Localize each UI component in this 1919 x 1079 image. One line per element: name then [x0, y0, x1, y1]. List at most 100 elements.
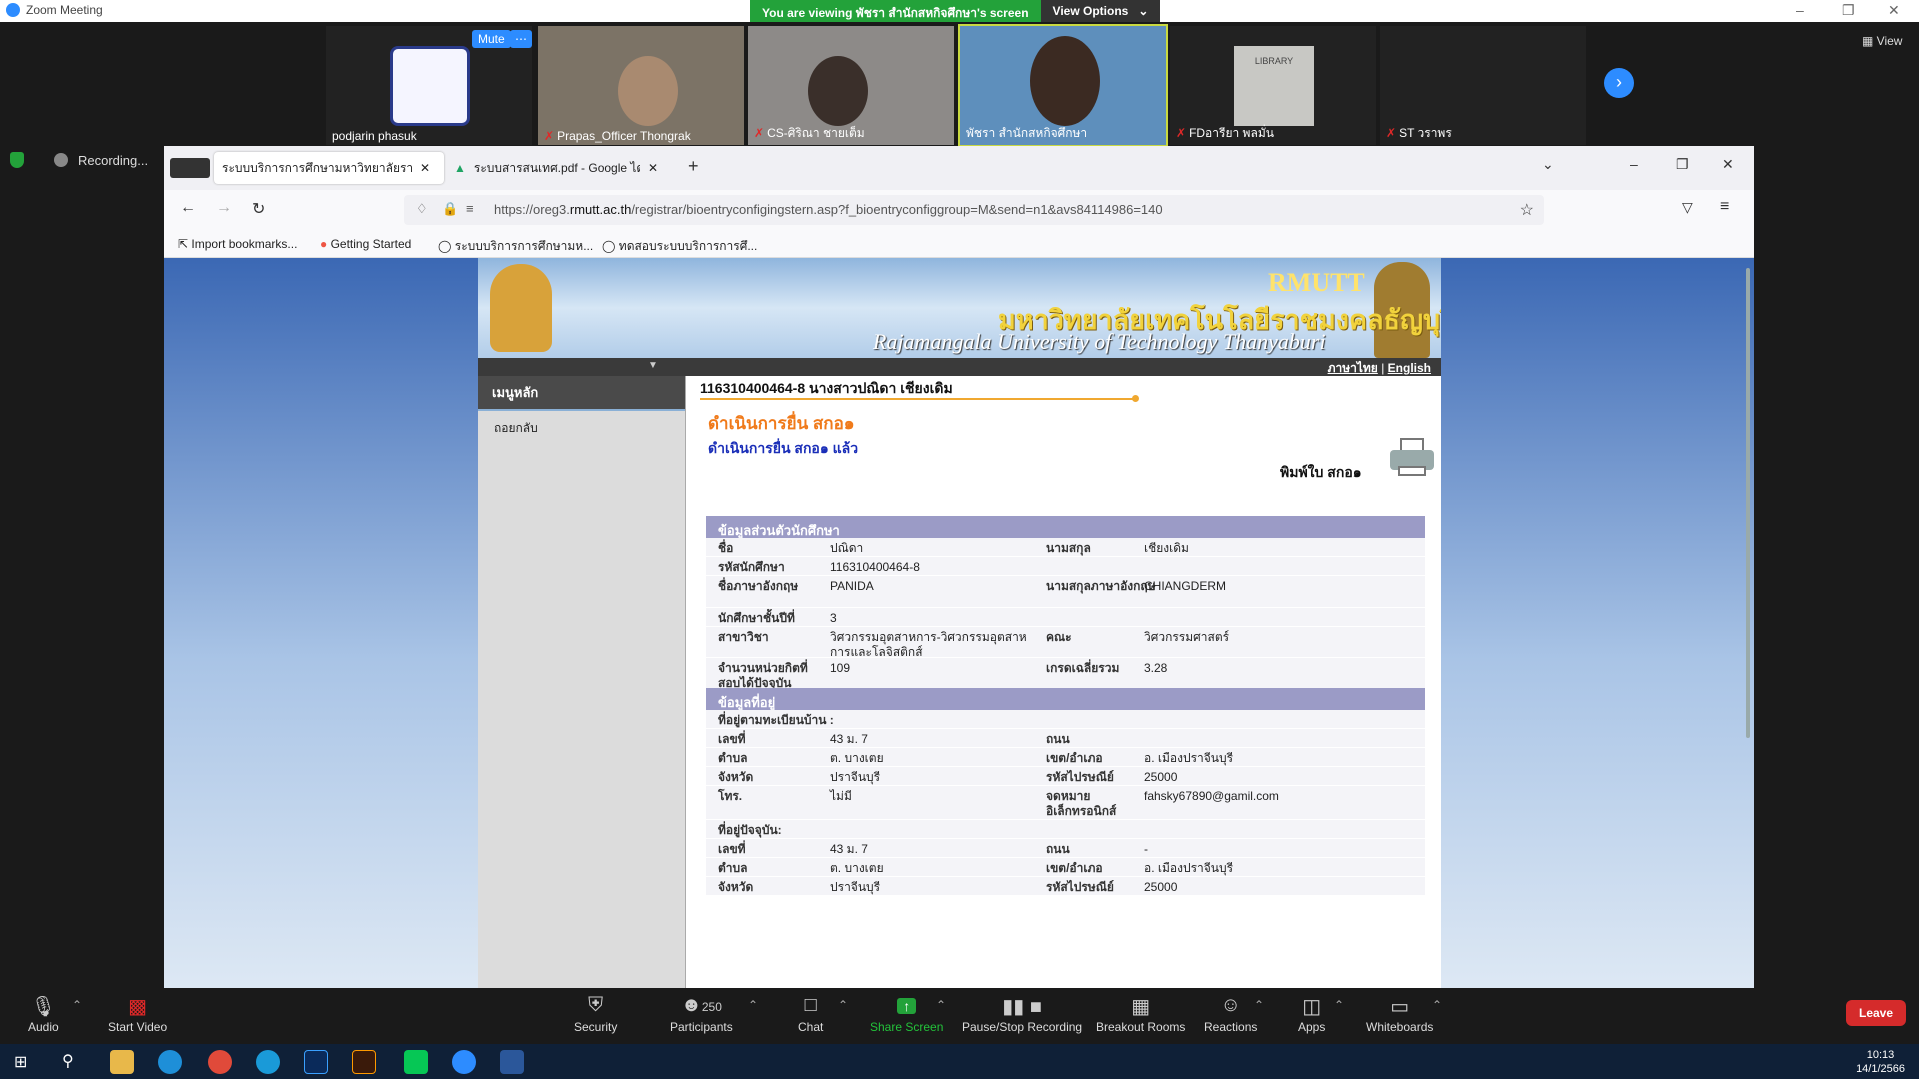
chevron-up-icon[interactable]: ⌃: [1432, 998, 1442, 1012]
start-video-button[interactable]: ▩ Start Video: [108, 994, 167, 1034]
view-button[interactable]: ▦ View: [1862, 34, 1902, 48]
file-explorer-icon[interactable]: [110, 1050, 134, 1074]
ie-icon[interactable]: [158, 1050, 182, 1074]
windows-start-icon[interactable]: ⊞: [14, 1052, 27, 1072]
chevron-up-icon[interactable]: ⌃: [72, 998, 82, 1012]
leave-button[interactable]: Leave: [1846, 1000, 1906, 1026]
scrollbar[interactable]: [1746, 268, 1750, 738]
participant-tile[interactable]: ✗ ST วราพร: [1380, 26, 1586, 145]
bookmark-star-icon[interactable]: ☆: [1520, 200, 1534, 220]
section-address: ข้อมูลที่อยู่: [706, 688, 1425, 710]
participant-tile[interactable]: ✗ CS-ศิริณา ชายเต็ม: [748, 26, 954, 145]
field-value: 3.28: [1144, 661, 1168, 675]
lang-separator: |: [1381, 361, 1385, 375]
whiteboards-button[interactable]: ▭ Whiteboards: [1366, 994, 1433, 1034]
search-icon[interactable]: ⚲: [62, 1051, 74, 1071]
recording-label: Recording...: [78, 152, 149, 168]
section-personal: ข้อมูลส่วนตัวนักศึกษา: [706, 516, 1425, 538]
new-tab-icon[interactable]: +: [688, 156, 699, 177]
status-text: ดำเนินการยื่น สกอ๑ แล้ว: [708, 440, 859, 456]
underline-dot: [1132, 395, 1139, 402]
tab-google-drive[interactable]: ▲ ระบบสารสนเทศ.pdf - Google ไดร ✕: [446, 152, 666, 184]
field-value: -: [1144, 842, 1148, 856]
menu-item-back[interactable]: ถอยกลับ: [478, 411, 685, 446]
bookmark-registrar[interactable]: ◯ ระบบบริการการศึกษามห...: [438, 237, 593, 256]
recording-controls[interactable]: [170, 158, 210, 178]
breakout-rooms-button[interactable]: ▦ Breakout Rooms: [1096, 994, 1185, 1034]
pause-recording-button[interactable]: ▮▮ ■ Pause/Stop Recording: [962, 994, 1082, 1034]
reactions-button[interactable]: ☺ Reactions: [1204, 994, 1257, 1034]
close-tab-icon[interactable]: ✕: [648, 161, 658, 175]
participant-tile[interactable]: ✗ Prapas_Officer Thongrak: [538, 26, 744, 145]
zoom-toolbar: 🎙 Audio ⌃ ▩ Start Video ⛨ Security ☻250 Part…: [0, 988, 1919, 1044]
restore-icon[interactable]: ❐: [1842, 2, 1855, 19]
forward-icon[interactable]: →: [216, 199, 232, 217]
word-icon[interactable]: [500, 1050, 524, 1074]
illustrator-icon[interactable]: [352, 1050, 376, 1074]
bookmark-import[interactable]: ⇱ Import bookmarks...: [178, 237, 297, 251]
minimize-icon[interactable]: –: [1630, 156, 1638, 172]
menu-icon[interactable]: ≡: [1720, 198, 1729, 216]
edge-icon[interactable]: [256, 1050, 280, 1074]
bookmark-test[interactable]: ◯ ทดสอบระบบบริการการศึ...: [602, 237, 757, 256]
lang-thai-link[interactable]: ภาษาไทย: [1328, 361, 1378, 375]
chat-button[interactable]: □ Chat: [798, 994, 823, 1034]
field-label: รหัสไปรษณีย์: [1046, 770, 1114, 784]
line-icon[interactable]: [404, 1050, 428, 1074]
close-tab-icon[interactable]: ✕: [420, 161, 430, 175]
back-icon[interactable]: ←: [180, 199, 196, 217]
system-clock: 10:13 14/1/2566: [1856, 1048, 1905, 1076]
dropdown-caret-icon[interactable]: ▼: [648, 360, 658, 371]
share-screen-button[interactable]: ↑ Share Screen: [870, 994, 943, 1034]
participant-tile[interactable]: Mute ⋯ podjarin phasuk: [326, 26, 532, 145]
tab-label: ระบบบริการการศึกษามหาวิทยาลัยราชม: [222, 160, 412, 175]
share-screen-icon: ↑: [870, 994, 943, 1020]
security-button[interactable]: ⛨ Security: [574, 994, 617, 1034]
pocket-icon[interactable]: ▽: [1682, 199, 1693, 216]
restore-icon[interactable]: ❐: [1676, 156, 1689, 173]
audio-button[interactable]: 🎙 Audio: [28, 994, 59, 1034]
participant-name: พัชรา สำนักสหกิจศึกษา: [966, 126, 1088, 140]
participant-avatar: [390, 46, 470, 126]
nav-bar: ← → ↻ ♢ 🔒 ≡ https://oreg3.rmutt.ac.th/re…: [164, 190, 1754, 230]
list-tabs-icon[interactable]: ⌄: [1542, 156, 1554, 173]
field-label: รหัสไปรษณีย์: [1046, 880, 1114, 894]
field-label: จดหมายอิเล็กทรอนิกส์: [1046, 789, 1117, 818]
bookmark-getting-started[interactable]: ● Getting Started: [320, 237, 411, 251]
next-page-icon[interactable]: ›: [1604, 68, 1634, 98]
participant-tile[interactable]: LIBRARY ✗ FDอารียา พลมั่น: [1170, 26, 1376, 145]
close-icon[interactable]: ✕: [1888, 2, 1900, 19]
view-options-button[interactable]: View Options ⌄: [1040, 0, 1161, 22]
minimize-icon[interactable]: –: [1796, 2, 1804, 18]
apps-button[interactable]: ◫ Apps: [1298, 994, 1325, 1034]
participants-button[interactable]: ☻250 Participants: [670, 994, 733, 1034]
chrome-icon[interactable]: [208, 1050, 232, 1074]
chevron-up-icon[interactable]: ⌃: [1334, 998, 1344, 1012]
mute-button[interactable]: Mute: [472, 30, 511, 48]
permissions-icon[interactable]: ≡: [466, 201, 474, 216]
bookmark-label: Import bookmarks...: [191, 237, 298, 251]
tab-registrar[interactable]: ระบบบริการการศึกษามหาวิทยาลัยราชม ✕: [214, 152, 444, 184]
chevron-up-icon[interactable]: ⌃: [1254, 998, 1264, 1012]
lang-english-link[interactable]: English: [1388, 361, 1431, 375]
field-value: 25000: [1144, 770, 1178, 784]
url-path: /registrar/bioentryconfigingstern.asp?f_…: [631, 202, 1163, 217]
chevron-down-icon: ⌄: [1138, 4, 1149, 18]
chevron-up-icon[interactable]: ⌃: [748, 998, 758, 1012]
more-options-icon[interactable]: ⋯: [510, 30, 532, 48]
field-value: ไม่มี: [830, 789, 852, 803]
reaction-icon: ☺: [1220, 994, 1241, 1016]
reload-icon[interactable]: ↻: [252, 199, 265, 219]
photoshop-icon[interactable]: [304, 1050, 328, 1074]
chevron-up-icon[interactable]: ⌃: [936, 998, 946, 1012]
chat-label: Chat: [798, 1020, 824, 1034]
url-bar[interactable]: ♢ 🔒 ≡ https://oreg3.rmutt.ac.th/registra…: [404, 195, 1544, 225]
close-icon[interactable]: ✕: [1722, 156, 1734, 173]
participant-gallery: Mute ⋯ podjarin phasuk ✗ Prapas_Officer T…: [0, 22, 1919, 147]
printer-icon[interactable]: [1390, 438, 1434, 478]
participant-tile-active[interactable]: พัชรา สำนักสหกิจศึกษา: [958, 24, 1168, 147]
participant-avatar: LIBRARY: [1234, 46, 1314, 126]
zoom-icon[interactable]: [452, 1050, 476, 1074]
print-label[interactable]: พิมพ์ใบ สกอ๑: [1280, 462, 1362, 484]
chevron-up-icon[interactable]: ⌃: [838, 998, 848, 1012]
